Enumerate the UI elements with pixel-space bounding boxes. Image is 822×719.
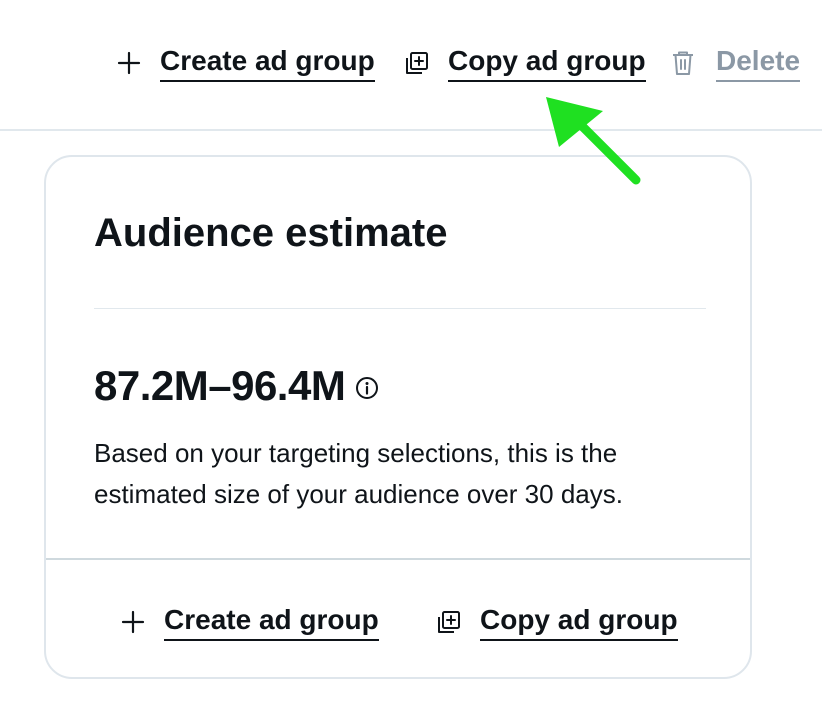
toolbar-delete-label: Delete xyxy=(716,44,801,82)
card-title: Audience estimate xyxy=(94,211,448,255)
toolbar-create-ad-group-label: Create ad group xyxy=(160,44,375,82)
card-title-divider xyxy=(94,308,706,309)
footer-copy-ad-group-button[interactable]: Copy ad group xyxy=(436,603,678,641)
footer-copy-ad-group-label: Copy ad group xyxy=(480,603,678,641)
copy-icon xyxy=(404,50,430,76)
card-footer-divider xyxy=(46,558,750,560)
audience-estimate-description: Based on your targeting selections, this… xyxy=(94,438,623,509)
toolbar-divider xyxy=(0,129,822,131)
toolbar-create-ad-group-button[interactable]: Create ad group xyxy=(116,44,375,82)
toolbar-copy-ad-group-label: Copy ad group xyxy=(448,44,646,82)
plus-icon xyxy=(120,609,146,635)
toolbar-delete-button[interactable]: Delete xyxy=(670,44,801,82)
audience-estimate-card: Audience estimate 87.2M–96.4M Based on y… xyxy=(44,155,752,679)
footer-create-ad-group-label: Create ad group xyxy=(164,603,379,641)
copy-icon xyxy=(436,609,462,635)
footer-create-ad-group-button[interactable]: Create ad group xyxy=(120,603,379,641)
trash-icon xyxy=(670,49,696,77)
plus-icon xyxy=(116,50,142,76)
audience-estimate-value: 87.2M–96.4M xyxy=(94,362,346,409)
info-icon[interactable] xyxy=(355,376,379,400)
estimate-row: 87.2M–96.4M xyxy=(94,361,379,411)
toolbar-copy-ad-group-button[interactable]: Copy ad group xyxy=(404,44,646,82)
